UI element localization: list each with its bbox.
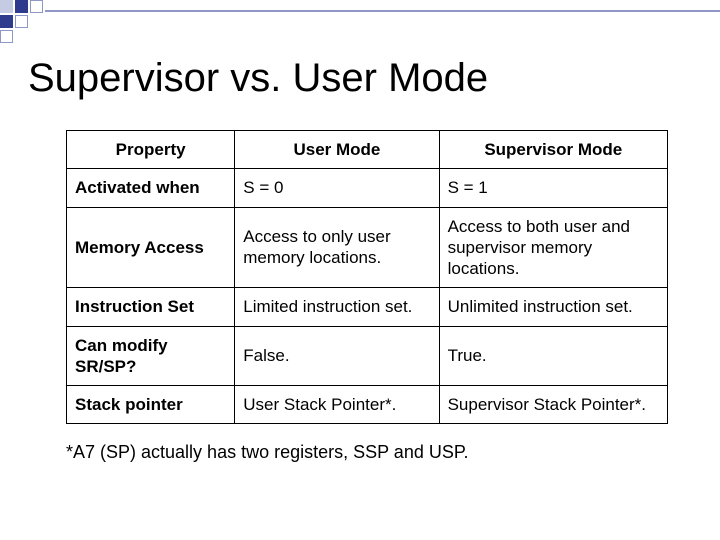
table-row: Memory Access Access to only user memory…	[67, 207, 668, 288]
header-rule	[45, 10, 720, 12]
user-cell: Access to only user memory locations.	[235, 207, 439, 288]
prop-cell: Instruction Set	[67, 288, 235, 326]
user-cell: User Stack Pointer*.	[235, 386, 439, 424]
supervisor-cell: Supervisor Stack Pointer*.	[439, 386, 667, 424]
table-row: Stack pointer User Stack Pointer*. Super…	[67, 386, 668, 424]
comparison-table-wrap: Property User Mode Supervisor Mode Activ…	[24, 130, 696, 424]
supervisor-cell: S = 1	[439, 169, 667, 207]
prop-cell: Memory Access	[67, 207, 235, 288]
prop-cell: Activated when	[67, 169, 235, 207]
corner-decoration	[0, 0, 45, 45]
supervisor-cell: Unlimited instruction set.	[439, 288, 667, 326]
user-cell: Limited instruction set.	[235, 288, 439, 326]
table-row: Instruction Set Limited instruction set.…	[67, 288, 668, 326]
table-row: Activated when S = 0 S = 1	[67, 169, 668, 207]
user-cell: False.	[235, 326, 439, 386]
col-header-supervisor: Supervisor Mode	[439, 131, 667, 169]
page-title: Supervisor vs. User Mode	[28, 56, 696, 100]
slide: Supervisor vs. User Mode Property User M…	[0, 0, 720, 540]
col-header-property: Property	[67, 131, 235, 169]
supervisor-cell: True.	[439, 326, 667, 386]
table-row: Can modify SR/SP? False. True.	[67, 326, 668, 386]
col-header-user: User Mode	[235, 131, 439, 169]
comparison-table: Property User Mode Supervisor Mode Activ…	[66, 130, 668, 424]
table-header-row: Property User Mode Supervisor Mode	[67, 131, 668, 169]
footnote: *A7 (SP) actually has two registers, SSP…	[66, 442, 696, 463]
prop-cell: Stack pointer	[67, 386, 235, 424]
user-cell: S = 0	[235, 169, 439, 207]
prop-cell: Can modify SR/SP?	[67, 326, 235, 386]
supervisor-cell: Access to both user and supervisor memor…	[439, 207, 667, 288]
